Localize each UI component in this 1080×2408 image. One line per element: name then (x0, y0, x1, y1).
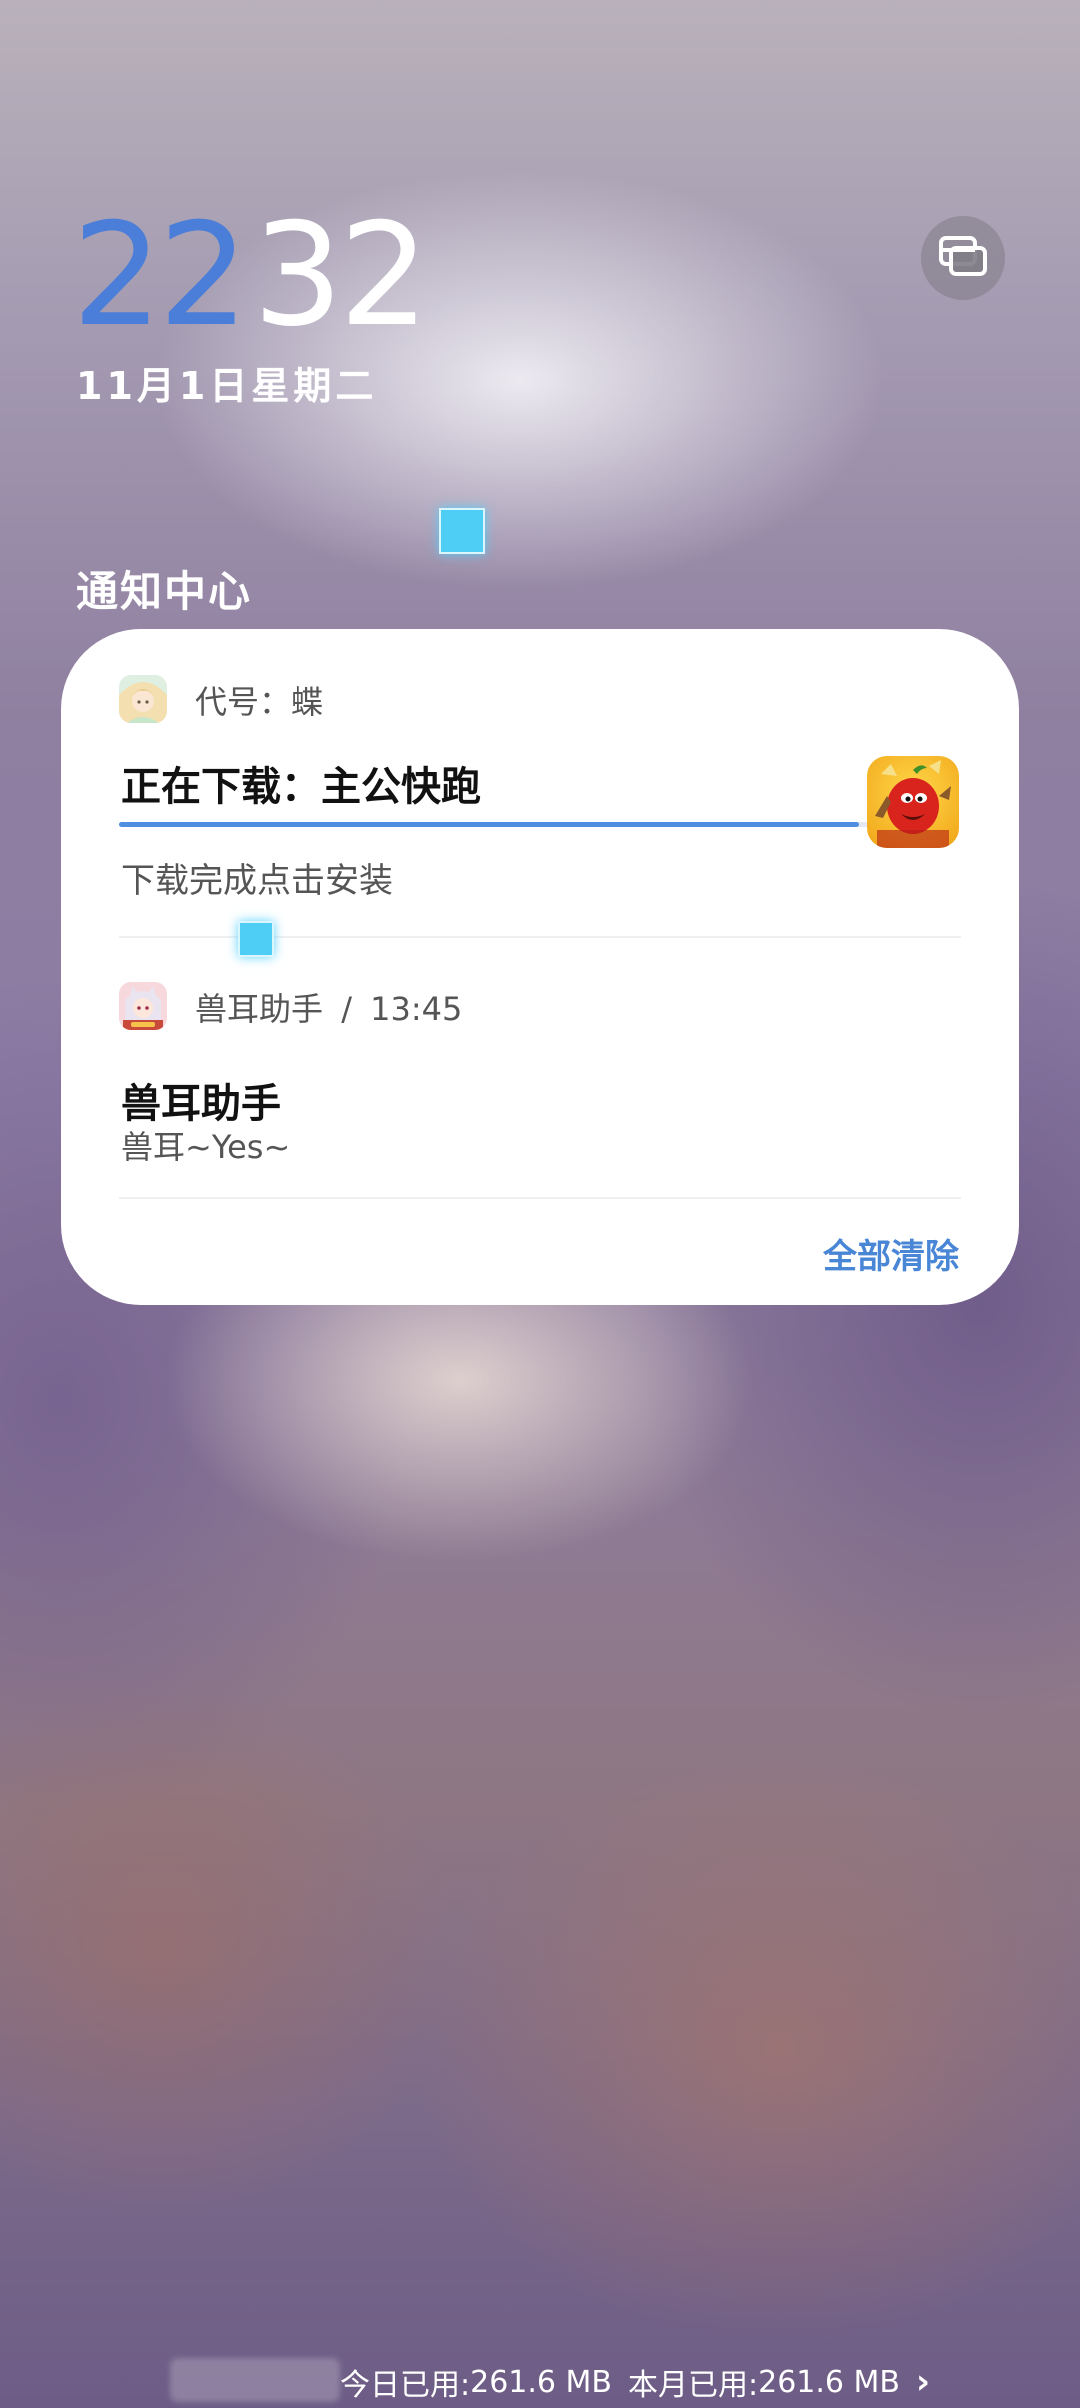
layers-button[interactable] (921, 216, 1005, 300)
today-usage-value: 261.6 MB (470, 2364, 612, 2400)
notification-center-title: 通知中心 (76, 567, 253, 616)
notification-message[interactable]: 兽耳助手 / 13:45 兽耳助手 兽耳~Yes~ (61, 937, 1019, 1209)
download-progress-fill (119, 822, 859, 827)
notification-app-name: 代号：蝶 (195, 683, 324, 721)
notification-separator: / (341, 990, 352, 1028)
notification-title: 正在下载：主公快跑 (121, 764, 481, 810)
month-usage-label: 本月已用: (628, 2368, 759, 2403)
notification-download[interactable]: 代号：蝶 正在下载：主公快跑 下载完成点击安装 (61, 629, 1019, 937)
chevron-right-icon: › (916, 2362, 931, 2402)
clear-all-button[interactable]: 全部清除 (823, 1229, 959, 1278)
game-chili-character-icon (867, 756, 959, 848)
touch-marker (439, 508, 485, 554)
touch-marker (238, 921, 274, 957)
today-usage-label: 今日已用: (340, 2368, 471, 2403)
notification-card: 代号：蝶 正在下载：主公快跑 下载完成点击安装 兽耳助手 / 13:45 兽耳助… (61, 629, 1019, 1305)
notification-body: 兽耳~Yes~ (121, 1128, 291, 1166)
clock-minutes: 32 (252, 193, 430, 358)
blurred-carrier-label (170, 2358, 340, 2402)
notification-subtitle: 下载完成点击安装 (121, 861, 393, 901)
notification-divider (119, 1197, 961, 1199)
anime-girl-app-icon (119, 675, 167, 723)
notification-app-header: 兽耳助手 / 13:45 (195, 984, 462, 1030)
download-progress-bar (119, 822, 923, 827)
lockscreen-date: 11月1日星期二 (76, 364, 378, 408)
data-usage-bar[interactable]: 今日已用: 261.6 MB 本月已用: 261.6 MB › (340, 2360, 930, 2404)
notification-time: 13:45 (370, 990, 463, 1028)
notification-app-name: 兽耳助手 (195, 990, 324, 1028)
layers-icon (937, 234, 989, 282)
anime-catgirl-app-icon (119, 982, 167, 1030)
lockscreen-clock: 2232 (72, 205, 429, 347)
month-usage-value: 261.6 MB (758, 2364, 900, 2400)
clock-hours: 22 (72, 193, 249, 358)
notification-title: 兽耳助手 (121, 1081, 281, 1127)
